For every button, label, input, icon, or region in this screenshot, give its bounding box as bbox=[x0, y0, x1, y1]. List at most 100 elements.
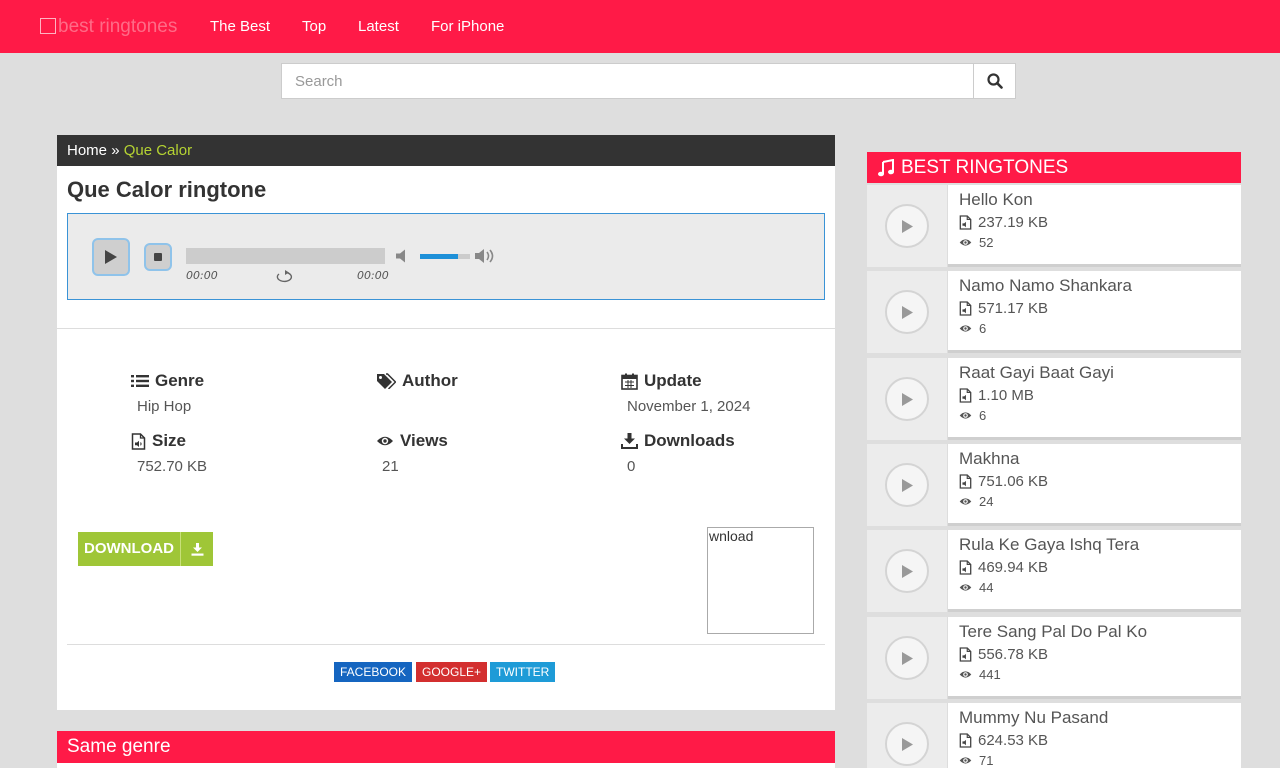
stop-button[interactable] bbox=[144, 243, 172, 271]
ringtone-name[interactable]: Raat Gayi Baat Gayi bbox=[959, 363, 1114, 383]
ringtone-size-text: 624.53 KB bbox=[978, 732, 1049, 749]
ringtone-thumb[interactable] bbox=[867, 617, 948, 699]
download-icon bbox=[191, 542, 203, 556]
eye-icon bbox=[959, 584, 972, 591]
eye-icon bbox=[959, 325, 972, 332]
ringtone-size-text: 751.06 KB bbox=[978, 473, 1049, 490]
volume-slider[interactable] bbox=[420, 254, 470, 259]
list-icon bbox=[131, 375, 149, 387]
play-icon bbox=[901, 305, 913, 319]
play-circle[interactable] bbox=[885, 290, 929, 334]
ringtone-size: 624.53 KB bbox=[959, 732, 1048, 749]
audio-file-icon bbox=[959, 301, 972, 316]
stop-icon bbox=[154, 253, 162, 261]
nav-latest[interactable]: Latest bbox=[358, 18, 399, 35]
ringtone-card[interactable]: Mummy Nu Pasand 624.53 KB 71 bbox=[867, 703, 1241, 768]
audio-file-icon bbox=[131, 432, 146, 450]
download-button-icon-wrap bbox=[181, 542, 213, 556]
ringtone-size-text: 237.19 KB bbox=[978, 214, 1049, 231]
views-label-text: Views bbox=[400, 431, 448, 450]
share-twitter-button[interactable]: TWITTER bbox=[490, 662, 556, 682]
best-ringtones-header: BEST RINGTONES bbox=[867, 152, 1241, 183]
author-label-text: Author bbox=[402, 371, 458, 390]
eye-icon bbox=[377, 436, 393, 446]
ringtone-card[interactable]: Raat Gayi Baat Gayi 1.10 MB 6 bbox=[867, 358, 1241, 440]
downloads-label-text: Downloads bbox=[644, 431, 735, 450]
ringtone-thumb[interactable] bbox=[867, 185, 948, 267]
ringtone-thumb[interactable] bbox=[867, 703, 948, 768]
ringtone-views: 441 bbox=[959, 667, 1001, 682]
share-facebook-button[interactable]: FACEBOOK bbox=[334, 662, 413, 682]
genre-label: Genre bbox=[131, 371, 204, 391]
ringtone-size-text: 556.78 KB bbox=[978, 646, 1049, 663]
broken-image-icon bbox=[40, 18, 56, 34]
download-button[interactable]: DOWNLOAD bbox=[78, 532, 213, 566]
seek-bar[interactable] bbox=[186, 248, 385, 264]
ringtone-card[interactable]: Namo Namo Shankara 571.17 KB 6 bbox=[867, 271, 1241, 353]
ringtone-name[interactable]: Hello Kon bbox=[959, 190, 1033, 210]
ringtone-name[interactable]: Tere Sang Pal Do Pal Ko bbox=[959, 622, 1147, 642]
ringtone-thumb[interactable] bbox=[867, 530, 948, 612]
breadcrumb: Home » Que Calor bbox=[57, 135, 835, 166]
ringtone-card[interactable]: Tere Sang Pal Do Pal Ko 556.78 KB 441 bbox=[867, 617, 1241, 699]
play-circle[interactable] bbox=[885, 722, 929, 766]
ringtone-views: 44 bbox=[959, 580, 993, 595]
ringtone-card[interactable]: Rula Ke Gaya Ishq Tera 469.94 KB 44 bbox=[867, 530, 1241, 612]
ringtone-card[interactable]: Hello Kon 237.19 KB 52 bbox=[867, 185, 1241, 267]
ad-frame[interactable]: wnload bbox=[707, 527, 814, 634]
duration-time: 00:00 bbox=[357, 269, 389, 282]
ringtone-thumb[interactable] bbox=[867, 271, 948, 353]
play-icon bbox=[901, 651, 913, 665]
ringtone-views-text: 6 bbox=[979, 408, 987, 423]
search-button[interactable] bbox=[973, 64, 1015, 98]
ringtone-name[interactable]: Makhna bbox=[959, 449, 1019, 469]
top-navbar: best ringtones The Best Top Latest For i… bbox=[0, 0, 1280, 53]
ringtone-size: 469.94 KB bbox=[959, 559, 1048, 576]
ringtone-detail-panel: Home » Que Calor Que Calor ringtone 00:0… bbox=[57, 135, 835, 710]
share-google-button[interactable]: GOOGLE+ bbox=[416, 662, 488, 682]
mute-icon[interactable] bbox=[396, 249, 410, 263]
ringtone-thumb[interactable] bbox=[867, 444, 948, 526]
ringtone-card[interactable]: Makhna 751.06 KB 24 bbox=[867, 444, 1241, 526]
ringtone-views: 71 bbox=[959, 753, 993, 768]
play-circle[interactable] bbox=[885, 549, 929, 593]
ringtone-name[interactable]: Namo Namo Shankara bbox=[959, 276, 1132, 296]
logo-alt-text: best ringtones bbox=[58, 16, 178, 37]
audio-file-icon bbox=[959, 388, 972, 403]
ringtone-size-text: 469.94 KB bbox=[978, 559, 1049, 576]
ringtone-views-text: 71 bbox=[979, 753, 994, 768]
views-value: 21 bbox=[382, 458, 399, 475]
loop-icon[interactable] bbox=[275, 270, 297, 284]
play-circle[interactable] bbox=[885, 636, 929, 680]
ringtone-views-text: 44 bbox=[979, 580, 994, 595]
search-icon bbox=[986, 73, 1003, 89]
play-circle[interactable] bbox=[885, 377, 929, 421]
search-input[interactable] bbox=[282, 64, 974, 98]
site-logo[interactable]: best ringtones bbox=[40, 16, 177, 38]
ringtone-size: 1.10 MB bbox=[959, 387, 1034, 404]
update-value: November 1, 2024 bbox=[627, 398, 751, 415]
nav-the-best[interactable]: The Best bbox=[210, 18, 270, 35]
play-button[interactable] bbox=[92, 238, 130, 276]
ringtone-name[interactable]: Rula Ke Gaya Ishq Tera bbox=[959, 535, 1139, 555]
play-circle[interactable] bbox=[885, 463, 929, 507]
audio-file-icon bbox=[959, 647, 972, 662]
breadcrumb-separator: » bbox=[111, 142, 120, 159]
play-icon bbox=[105, 250, 117, 264]
divider bbox=[67, 644, 825, 645]
breadcrumb-home[interactable]: Home bbox=[67, 142, 107, 159]
search-bar bbox=[281, 63, 1016, 99]
breadcrumb-current[interactable]: Que Calor bbox=[124, 142, 192, 159]
ringtone-views: 24 bbox=[959, 494, 993, 509]
play-circle[interactable] bbox=[885, 204, 929, 248]
nav-top[interactable]: Top bbox=[302, 18, 326, 35]
size-label-text: Size bbox=[152, 431, 187, 450]
audio-file-icon bbox=[959, 474, 972, 489]
volume-max-icon[interactable] bbox=[475, 248, 497, 264]
ringtone-thumb[interactable] bbox=[867, 358, 948, 440]
nav-for-iphone[interactable]: For iPhone bbox=[431, 18, 504, 35]
downloads-value: 0 bbox=[627, 458, 636, 475]
genre-value[interactable]: Hip Hop bbox=[137, 398, 191, 415]
size-value: 752.70 KB bbox=[137, 458, 208, 475]
ringtone-name[interactable]: Mummy Nu Pasand bbox=[959, 708, 1108, 728]
